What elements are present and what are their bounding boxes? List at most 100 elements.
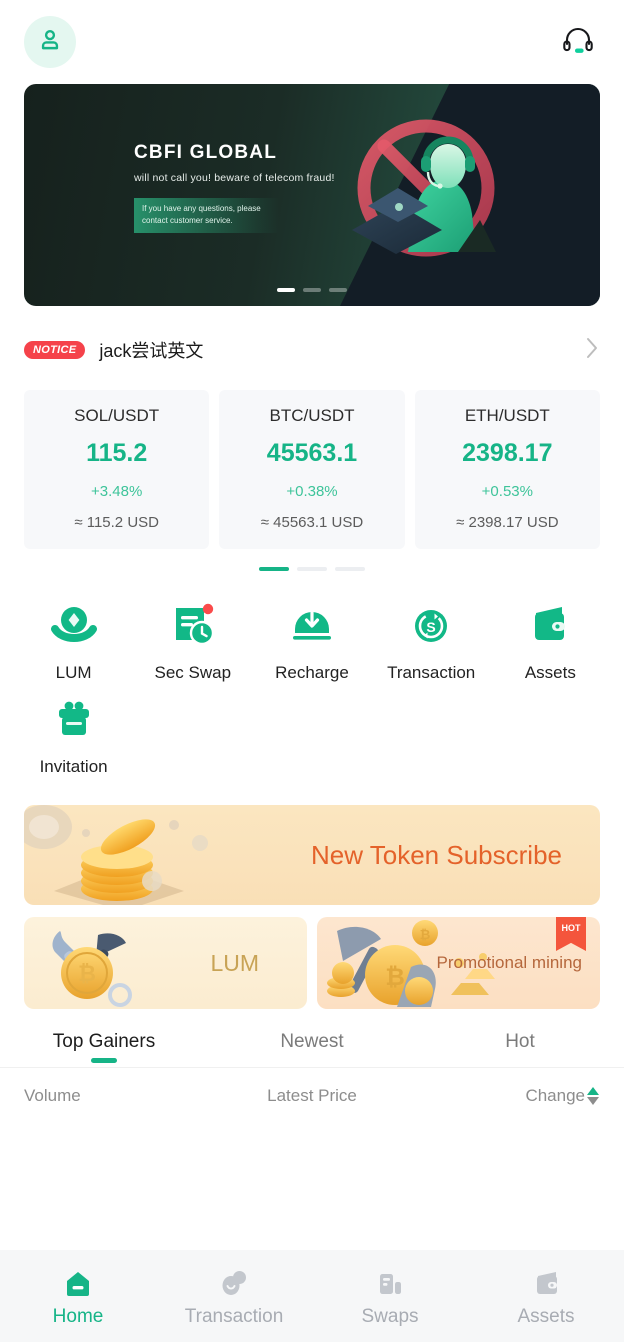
- banner-title: CBFI GLOBAL: [134, 142, 278, 163]
- app-root: CBFI GLOBAL will not call you! beware of…: [0, 0, 624, 1342]
- quick-action-transaction[interactable]: S Transaction: [372, 595, 491, 683]
- promo-lum[interactable]: ₿ LUM: [24, 917, 307, 1009]
- banner-note-line1: If you have any questions, please: [142, 204, 261, 213]
- app-header: [0, 0, 624, 84]
- tab-newest[interactable]: Newest: [208, 1031, 416, 1067]
- customer-service-agent-no-call-illustration: [322, 102, 512, 278]
- promo-row: ₿ LUM ₿ ₿ HOT Promotional mining: [24, 917, 600, 1009]
- quick-action-assets[interactable]: Assets: [491, 595, 610, 683]
- customer-support-button[interactable]: [556, 20, 600, 64]
- tab-hot[interactable]: Hot: [416, 1031, 624, 1067]
- quick-action-recharge[interactable]: Recharge: [252, 595, 371, 683]
- svg-text:₿: ₿: [420, 927, 431, 942]
- price-card-change: +3.48%: [91, 483, 143, 500]
- market-table-header: Volume Latest Price Change: [0, 1068, 624, 1106]
- banner-dot-1[interactable]: [277, 288, 295, 292]
- tab-label: Newest: [280, 1031, 344, 1052]
- headset-support-icon: [561, 24, 595, 61]
- user-avatar-icon: [37, 27, 63, 58]
- column-header-volume[interactable]: Volume: [24, 1086, 216, 1106]
- price-card-dot-2[interactable]: [297, 567, 327, 571]
- banner-pagination-dots[interactable]: [24, 288, 600, 292]
- swap-dollar-circle-icon: S: [372, 595, 491, 657]
- shovel-pickaxe-bitcoin-illustration: ₿: [52, 931, 132, 1007]
- promo-label: Promotional mining: [436, 953, 582, 972]
- quick-action-label: Sec Swap: [154, 663, 232, 682]
- banner-dot-2[interactable]: [303, 288, 321, 292]
- quick-action-label: Invitation: [39, 757, 108, 776]
- chevron-right-icon[interactable]: [584, 334, 600, 367]
- price-card-pair: BTC/USDT: [269, 406, 355, 425]
- notice-text: jack尝试英文: [99, 341, 204, 361]
- gift-box-icon: [14, 689, 133, 751]
- price-card-pair: ETH/USDT: [464, 406, 550, 425]
- quick-action-lum[interactable]: LUM: [14, 595, 133, 683]
- hero-banner-carousel[interactable]: CBFI GLOBAL will not call you! beware of…: [24, 84, 600, 306]
- price-card-eth[interactable]: ETH/USDT 2398.17 +0.53% ≈ 2398.17 USD: [414, 390, 600, 549]
- tab-label: Top Gainers: [52, 1031, 156, 1052]
- sort-arrows-icon[interactable]: [586, 1086, 600, 1106]
- price-card-dot-3[interactable]: [335, 567, 365, 571]
- hot-badge: HOT: [556, 917, 586, 951]
- quick-action-label: Transaction: [387, 663, 476, 682]
- download-deposit-icon: [252, 595, 371, 657]
- svg-text:₿: ₿: [78, 961, 96, 986]
- bottom-navigation: Home Transaction Swaps Assets: [0, 1250, 624, 1342]
- banner-text-block: CBFI GLOBAL will not call you! beware of…: [134, 142, 335, 233]
- promo-label: LUM: [210, 949, 259, 976]
- quick-actions-grid: LUM Sec Swap Recharge S Transaction Asse…: [0, 595, 624, 783]
- price-card-change: +0.53%: [481, 483, 533, 500]
- nav-item-assets[interactable]: Assets: [468, 1264, 624, 1328]
- wallet-nav-icon: [468, 1264, 624, 1304]
- column-header-latest-price[interactable]: Latest Price: [216, 1086, 408, 1106]
- nav-item-home[interactable]: Home: [0, 1264, 156, 1328]
- banner-subtitle: will not call you! beware of telecom fra…: [134, 172, 335, 184]
- notice-bar[interactable]: NOTICE jack尝试英文: [24, 328, 600, 372]
- nav-label: Transaction: [184, 1306, 284, 1327]
- price-card-price: 115.2: [86, 439, 148, 467]
- price-card-price: 45563.1: [266, 439, 358, 467]
- home-icon: [0, 1264, 156, 1304]
- price-card-usd: ≈ 45563.1 USD: [260, 514, 364, 531]
- nav-label: Swaps: [361, 1306, 419, 1327]
- price-card-btc[interactable]: BTC/USDT 45563.1 +0.38% ≈ 45563.1 USD: [219, 390, 405, 549]
- quick-action-sec-swap[interactable]: Sec Swap: [133, 595, 252, 683]
- tab-label: Hot: [505, 1031, 535, 1052]
- promo-label: New Token Subscribe: [311, 839, 562, 870]
- document-clock-icon: [133, 595, 252, 657]
- svg-text:S: S: [426, 619, 435, 635]
- nav-label: Assets: [517, 1306, 575, 1327]
- wallet-icon: [491, 595, 610, 657]
- price-cards-pagination[interactable]: [0, 567, 624, 571]
- promo-promotional-mining[interactable]: ₿ ₿ HOT Promotional mining: [317, 917, 600, 1009]
- column-header-change[interactable]: Change: [408, 1086, 600, 1106]
- market-tabs: Top Gainers Newest Hot: [0, 1031, 624, 1068]
- promo-new-token-subscribe[interactable]: New Token Subscribe: [24, 805, 600, 905]
- hand-holding-coin-icon: [14, 595, 133, 657]
- quick-action-label: Recharge: [275, 663, 349, 682]
- quick-action-invitation[interactable]: Invitation: [14, 689, 133, 777]
- notice-badge: NOTICE: [24, 341, 86, 359]
- price-card-usd: ≈ 115.2 USD: [74, 514, 159, 531]
- price-card-dot-1[interactable]: [259, 567, 289, 571]
- price-card-pair: SOL/USDT: [74, 406, 160, 425]
- nav-item-swaps[interactable]: Swaps: [312, 1264, 468, 1328]
- banner-note-line2: contact customer service.: [142, 216, 233, 225]
- price-cards: SOL/USDT 115.2 +3.48% ≈ 115.2 USD BTC/US…: [24, 390, 600, 549]
- price-card-change: +0.38%: [286, 483, 338, 500]
- transaction-bubbles-icon: [156, 1264, 312, 1304]
- price-card-price: 2398.17: [462, 439, 553, 467]
- nav-item-transaction[interactable]: Transaction: [156, 1264, 312, 1328]
- quick-action-label: Assets: [524, 663, 576, 682]
- banner-dot-3[interactable]: [329, 288, 347, 292]
- nav-label: Home: [52, 1306, 104, 1327]
- column-header-change-label: Change: [525, 1086, 585, 1105]
- swaps-chart-icon: [312, 1264, 468, 1304]
- quick-action-label: LUM: [55, 663, 92, 682]
- svg-text:₿: ₿: [385, 964, 405, 991]
- tab-top-gainers[interactable]: Top Gainers: [0, 1031, 208, 1067]
- banner-note-pill: If you have any questions, please contac…: [134, 198, 279, 233]
- price-card-sol[interactable]: SOL/USDT 115.2 +3.48% ≈ 115.2 USD: [24, 390, 210, 549]
- gold-coin-stack-illustration: [24, 805, 208, 905]
- user-avatar-button[interactable]: [24, 16, 76, 68]
